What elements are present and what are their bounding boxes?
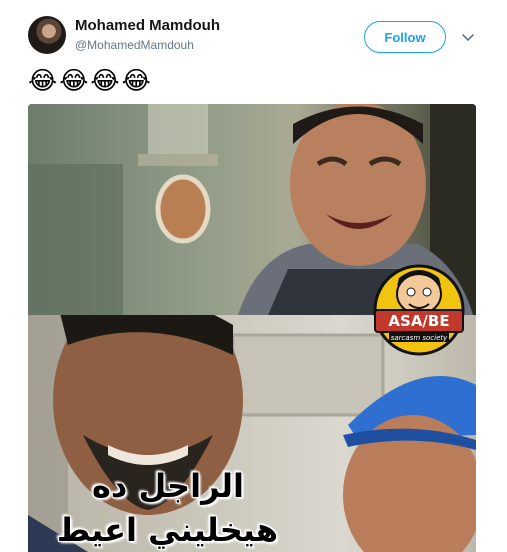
meme-caption: الراجل ده هيخليني اعيط — [56, 464, 278, 552]
tweet-menu-button[interactable] — [458, 28, 478, 48]
tweet-text: 😂😂😂😂 — [28, 66, 153, 95]
follow-button[interactable]: Follow — [364, 21, 446, 53]
meme-caption-line-2: هيخليني اعيط — [56, 511, 278, 549]
meme-caption-line-1: الراجل ده — [92, 467, 244, 505]
chevron-down-icon — [462, 34, 474, 41]
logo-tagline-text: sarcasm society — [391, 334, 448, 342]
tweet-media[interactable]: الراجل ده هيخليني اعيط ASA/BE sarcasm so… — [28, 104, 476, 552]
avatar[interactable] — [28, 16, 66, 54]
author-handle[interactable]: @MohamedMamdouh — [75, 38, 194, 52]
logo-brand-text: ASA/BE — [388, 312, 449, 330]
asabe-logo: ASA/BE sarcasm society — [373, 264, 465, 356]
sarcasm-society-logo-image: ASA/BE sarcasm society — [373, 264, 465, 356]
tweet-header: Mohamed Mamdouh @MohamedMamdouh Follow — [0, 0, 507, 65]
author-display-name[interactable]: Mohamed Mamdouh — [75, 17, 220, 34]
